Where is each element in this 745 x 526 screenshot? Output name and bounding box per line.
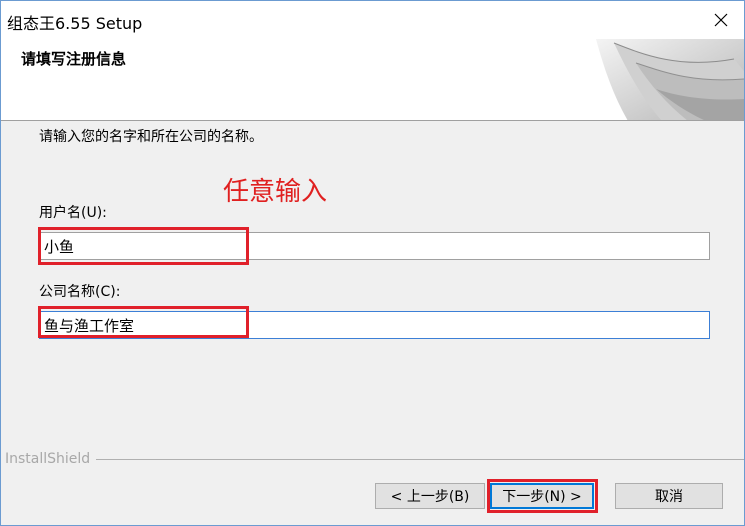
user-name-input[interactable] — [39, 232, 710, 260]
installshield-brand: InstallShield — [5, 451, 97, 467]
back-button[interactable]: < 上一步(B) — [375, 483, 485, 509]
installer-graphic — [596, 39, 744, 120]
divider-line — [5, 459, 744, 460]
cancel-button[interactable]: 取消 — [615, 483, 723, 509]
window-title: 组态王6.55 Setup — [7, 14, 143, 33]
dialog-body: 请输入您的名字和所在公司的名称。 任意输入 用户名(U): 公司名称(C): I… — [1, 122, 744, 525]
page-title: 请填写注册信息 — [21, 50, 127, 68]
installshield-divider: InstallShield — [5, 451, 744, 467]
annotation-text: 任意输入 — [223, 177, 328, 207]
close-button[interactable] — [698, 1, 744, 39]
company-name-label: 公司名称(C): — [39, 284, 121, 300]
setup-window: 组态王6.55 Setup 请填写注册信息 请输入您的名字和所在公司的名称。 任… — [0, 0, 745, 526]
user-name-label: 用户名(U): — [39, 205, 107, 221]
close-icon — [714, 13, 728, 27]
title-bar[interactable]: 组态王6.55 Setup — [1, 1, 744, 39]
next-button[interactable]: 下一步(N) > — [490, 483, 594, 509]
header-banner: 请填写注册信息 — [1, 39, 744, 121]
instruction-text: 请输入您的名字和所在公司的名称。 — [39, 129, 263, 145]
company-name-input[interactable] — [39, 311, 710, 339]
